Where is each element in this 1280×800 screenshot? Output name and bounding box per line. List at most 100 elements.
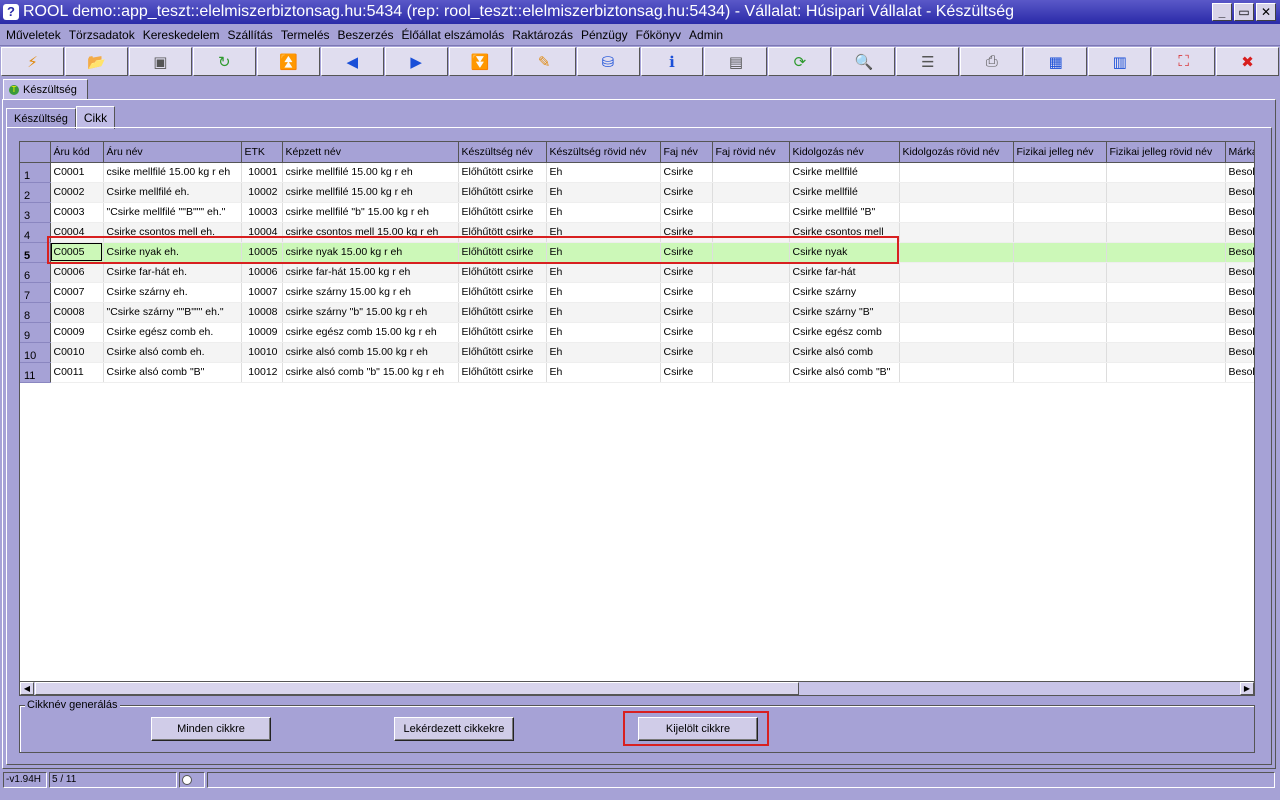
table-cell[interactable]: C0004 <box>50 222 104 243</box>
queried-items-button[interactable]: Lekérdezett cikkekre <box>394 717 514 741</box>
toolbar-button-grid-export[interactable]: ▦ <box>1024 47 1088 76</box>
menu-item-10[interactable]: Admin <box>685 28 727 42</box>
table-cell[interactable]: Előhűtött csirke <box>458 242 547 263</box>
table-row[interactable]: 9 C0009 Csirke egész comb eh. 10009 csirke e… <box>20 322 1254 343</box>
table-cell[interactable]: csirke mellfilé "b" 15.00 kg r eh <box>282 202 459 223</box>
table-cell[interactable] <box>1013 242 1107 263</box>
table-cell[interactable]: Csirke <box>660 342 713 363</box>
table-cell[interactable]: Besolo <box>1225 162 1254 183</box>
table-cell[interactable] <box>712 222 790 243</box>
table-cell[interactable] <box>1106 202 1226 223</box>
table-row[interactable]: 10 C0010 Csirke alsó comb eh. 10010 csirke a… <box>20 342 1254 363</box>
tab-cikk[interactable]: Cikk <box>75 106 116 129</box>
table-cell[interactable]: Besolo <box>1225 262 1254 283</box>
table-cell[interactable] <box>1013 262 1107 283</box>
table-cell[interactable]: 10007 <box>241 282 283 303</box>
table-cell[interactable] <box>1013 342 1107 363</box>
table-cell[interactable]: Besolo <box>1225 322 1254 343</box>
table-cell[interactable] <box>899 242 1014 263</box>
selected-item-button[interactable]: Kijelölt cikkre <box>638 717 758 741</box>
toolbar-button-refresh-green[interactable]: ↻ <box>192 47 256 76</box>
row-number[interactable]: 10 <box>20 342 51 363</box>
table-cell[interactable]: Besolo <box>1225 222 1254 243</box>
toolbar-button-prev-record[interactable]: ◀ <box>320 47 384 76</box>
row-number[interactable]: 6 <box>20 262 51 283</box>
row-number[interactable]: 11 <box>20 362 51 383</box>
table-cell[interactable] <box>712 182 790 203</box>
table-cell[interactable]: Csirke mellfilé <box>789 162 900 183</box>
table-cell[interactable]: csirke nyak 15.00 kg r eh <box>282 242 459 263</box>
table-cell[interactable]: Eh <box>546 342 661 363</box>
table-cell[interactable]: csike mellfilé 15.00 kg r eh <box>103 162 242 183</box>
data-grid[interactable]: Áru kód Áru név ETK Képzett név Készültség n… <box>19 141 1255 682</box>
table-cell[interactable]: Csirke alsó comb eh. <box>103 342 242 363</box>
toolbar-button-last-record[interactable]: ⏬ <box>448 47 512 76</box>
table-cell[interactable]: Csirke nyak eh. <box>103 242 242 263</box>
horizontal-scrollbar[interactable]: ◀ ▶ <box>19 681 1255 696</box>
menu-item-6[interactable]: Élőállat elszámolás <box>398 28 509 42</box>
table-cell[interactable] <box>1106 302 1226 323</box>
table-cell[interactable]: Eh <box>546 162 661 183</box>
table-cell[interactable] <box>1106 182 1226 203</box>
table-cell[interactable]: C0002 <box>50 182 104 203</box>
table-cell[interactable]: csirke mellfilé 15.00 kg r eh <box>282 182 459 203</box>
table-cell[interactable]: csirke csontos mell 15.00 kg r eh <box>282 222 459 243</box>
table-cell[interactable]: C0003 <box>50 202 104 223</box>
toolbar-button-form-view[interactable]: ▤ <box>704 47 768 76</box>
table-cell[interactable] <box>712 162 790 183</box>
column-header[interactable]: Faj rövid név <box>712 142 790 163</box>
table-cell[interactable] <box>899 302 1014 323</box>
table-cell[interactable]: Csirke nyak <box>789 242 900 263</box>
table-cell[interactable] <box>1013 222 1107 243</box>
table-cell[interactable]: 10001 <box>241 162 283 183</box>
toolbar-button-lightning[interactable]: ⚡ <box>1 47 64 76</box>
tab-keszultseg[interactable]: Készültség <box>6 108 76 129</box>
table-cell[interactable]: Előhűtött csirke <box>458 262 547 283</box>
toolbar-button-open-folder[interactable]: 📂 <box>64 47 128 76</box>
toolbar-button-print[interactable]: ⎙ <box>960 47 1024 76</box>
table-cell[interactable]: Besolo <box>1225 362 1254 383</box>
table-row[interactable]: 3 C0003 "Csirke mellfilé ""B""" eh." 10003 c… <box>20 202 1254 223</box>
column-header[interactable]: Kidolgozás rövid név <box>899 142 1014 163</box>
table-cell[interactable]: Eh <box>546 222 661 243</box>
table-cell[interactable]: Előhűtött csirke <box>458 302 547 323</box>
table-cell[interactable] <box>1106 362 1226 383</box>
table-cell[interactable]: Besolo <box>1225 182 1254 203</box>
table-cell[interactable] <box>1013 322 1107 343</box>
table-cell[interactable]: Csirke <box>660 322 713 343</box>
table-cell[interactable]: Csirke csontos mell <box>789 222 900 243</box>
maximize-button[interactable]: ▭ <box>1234 3 1254 21</box>
toolbar-button-search[interactable]: 🔍 <box>832 47 896 76</box>
table-cell[interactable]: Csirke <box>660 242 713 263</box>
table-cell[interactable]: Eh <box>546 202 661 223</box>
row-number[interactable]: 5 <box>20 242 51 263</box>
row-number[interactable]: 1 <box>20 162 51 183</box>
table-cell[interactable]: C0007 <box>50 282 104 303</box>
table-cell[interactable]: Csirke egész comb <box>789 322 900 343</box>
table-cell[interactable]: Csirke far-hát <box>789 262 900 283</box>
table-cell[interactable]: Előhűtött csirke <box>458 182 547 203</box>
table-cell[interactable] <box>1106 262 1226 283</box>
row-number[interactable]: 7 <box>20 282 51 303</box>
table-row[interactable]: 8 C0008 "Csirke szárny ""B""" eh." 10008 csi… <box>20 302 1254 323</box>
table-cell[interactable]: Csirke alsó comb <box>789 342 900 363</box>
table-row[interactable]: 6 C0006 Csirke far-hát eh. 10006 csirke far-… <box>20 262 1254 283</box>
row-number[interactable]: 8 <box>20 302 51 323</box>
column-header[interactable]: Márka <box>1225 142 1254 163</box>
table-cell[interactable] <box>1106 222 1226 243</box>
table-cell[interactable] <box>1106 282 1226 303</box>
menu-item-8[interactable]: Pénzügy <box>577 28 632 42</box>
table-row[interactable]: 4 C0004 Csirke csontos mell eh. 10004 csirke… <box>20 222 1254 243</box>
table-cell[interactable] <box>712 242 790 263</box>
menu-item-4[interactable]: Termelés <box>277 28 334 42</box>
table-cell[interactable]: Csirke szárny eh. <box>103 282 242 303</box>
table-cell[interactable]: Eh <box>546 282 661 303</box>
table-cell[interactable]: Eh <box>546 262 661 283</box>
table-cell[interactable] <box>899 282 1014 303</box>
table-cell[interactable] <box>712 342 790 363</box>
toolbar-button-edit[interactable]: ✎ <box>512 47 576 76</box>
table-cell[interactable] <box>1013 162 1107 183</box>
toolbar-button-first-record[interactable]: ⏫ <box>256 47 320 76</box>
table-cell[interactable]: Előhűtött csirke <box>458 222 547 243</box>
table-cell[interactable]: Csirke mellfilé eh. <box>103 182 242 203</box>
